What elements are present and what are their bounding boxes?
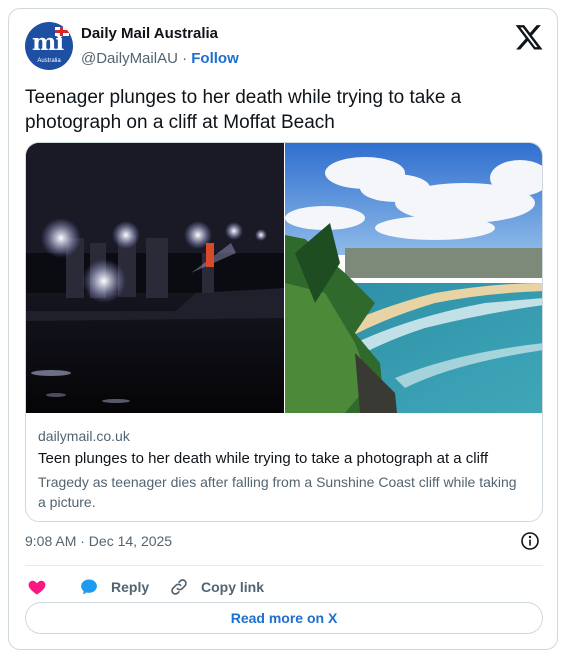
speech-bubble-icon xyxy=(81,579,97,595)
link-icon xyxy=(171,579,187,595)
handle-separator: · xyxy=(182,50,188,67)
account-handle[interactable]: @DailyMailAU xyxy=(81,50,178,67)
reply-button[interactable]: Reply xyxy=(79,573,149,601)
info-icon[interactable] xyxy=(520,531,540,551)
link-preview-images xyxy=(26,143,542,413)
tweet-timestamp[interactable]: 9:08 AM · Dec 14, 2025 xyxy=(25,533,172,549)
read-more-button[interactable]: Read more on X xyxy=(25,602,543,634)
link-domain: dailymail.co.uk xyxy=(38,428,130,444)
beach-image xyxy=(285,143,542,413)
link-preview-card[interactable]: dailymail.co.uk Teen plunges to her deat… xyxy=(25,142,543,522)
night-scene-image xyxy=(26,143,284,413)
account-name[interactable]: Daily Mail Australia xyxy=(81,25,218,42)
avatar-subtext: Australia xyxy=(37,58,61,64)
reply-label: Reply xyxy=(111,579,150,595)
x-logo-icon[interactable] xyxy=(514,22,544,52)
link-description: Tragedy as teenager dies after falling f… xyxy=(38,474,517,510)
tweet-embed-card: mi ★ Australia Daily Mail Australia @Dai… xyxy=(8,8,558,650)
like-button[interactable] xyxy=(27,573,59,601)
follow-button[interactable]: Follow xyxy=(191,50,239,67)
copy-link-button[interactable]: Copy link xyxy=(169,573,264,601)
account-avatar[interactable]: mi ★ Australia xyxy=(25,22,73,70)
copy-link-label: Copy link xyxy=(201,579,265,595)
link-title[interactable]: Teen plunges to her death while trying t… xyxy=(38,450,488,467)
avatar-flag-icon xyxy=(55,27,69,36)
account-handle-row: @DailyMailAU · Follow xyxy=(81,50,239,67)
tweet-text: Teenager plunges to her death while tryi… xyxy=(25,87,462,133)
heart-icon xyxy=(28,580,46,595)
divider xyxy=(25,565,543,566)
